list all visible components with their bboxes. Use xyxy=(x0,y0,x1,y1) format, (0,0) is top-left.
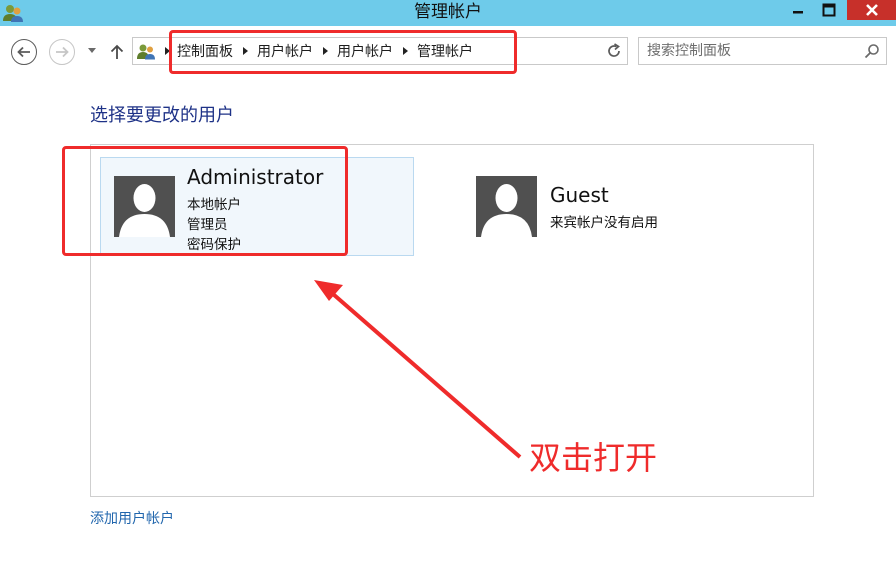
search-box xyxy=(638,37,887,65)
page-title: 选择要更改的用户 xyxy=(90,105,234,126)
back-button[interactable] xyxy=(11,39,37,65)
search-input[interactable] xyxy=(647,41,857,61)
annotation-box-administrator xyxy=(62,146,348,256)
maximize-icon xyxy=(822,3,836,17)
minimize-button[interactable] xyxy=(781,0,815,20)
maximize-button[interactable] xyxy=(815,0,843,20)
avatar xyxy=(476,176,537,237)
recent-locations-button[interactable] xyxy=(86,44,98,58)
add-user-account-link[interactable]: 添加用户帐户 xyxy=(90,508,174,528)
minimize-icon xyxy=(793,11,803,14)
window-title: 管理帐户 xyxy=(414,2,482,22)
user-silhouette-icon xyxy=(481,184,532,237)
up-arrow-icon xyxy=(110,44,124,59)
forward-button[interactable] xyxy=(49,39,75,65)
users-icon xyxy=(137,44,155,60)
user-tile-guest[interactable]: Guest 来宾帐户没有启用 xyxy=(473,170,773,242)
title-bar: 管理帐户 xyxy=(0,0,896,26)
annotation-text: 双击打开 xyxy=(529,439,658,477)
back-arrow-icon xyxy=(17,46,30,58)
forward-arrow-icon xyxy=(56,46,69,58)
chevron-down-icon xyxy=(88,48,96,53)
close-button[interactable] xyxy=(847,0,896,20)
user-name: Guest xyxy=(550,183,609,207)
user-status: 来宾帐户没有启用 xyxy=(550,215,658,231)
search-icon[interactable] xyxy=(864,43,880,59)
refresh-icon[interactable] xyxy=(605,42,623,60)
up-button[interactable] xyxy=(108,41,126,63)
annotation-box-breadcrumb xyxy=(169,30,517,74)
close-icon xyxy=(865,4,878,16)
